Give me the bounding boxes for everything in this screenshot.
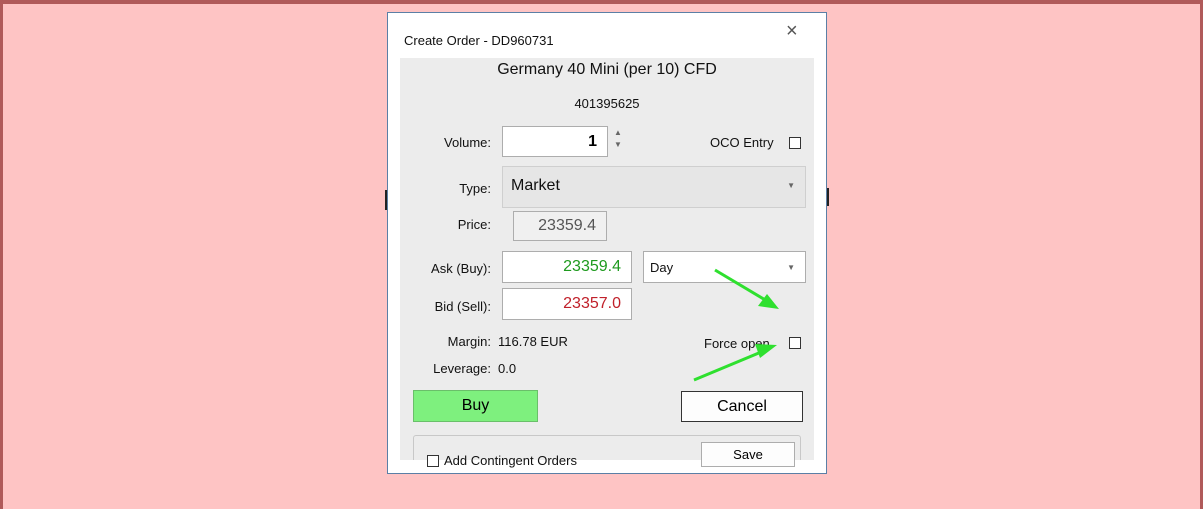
annotation-arrows (693, 268, 779, 382)
annotation-arrow-upper (714, 268, 779, 309)
annotation-arrow-lower (693, 344, 777, 382)
